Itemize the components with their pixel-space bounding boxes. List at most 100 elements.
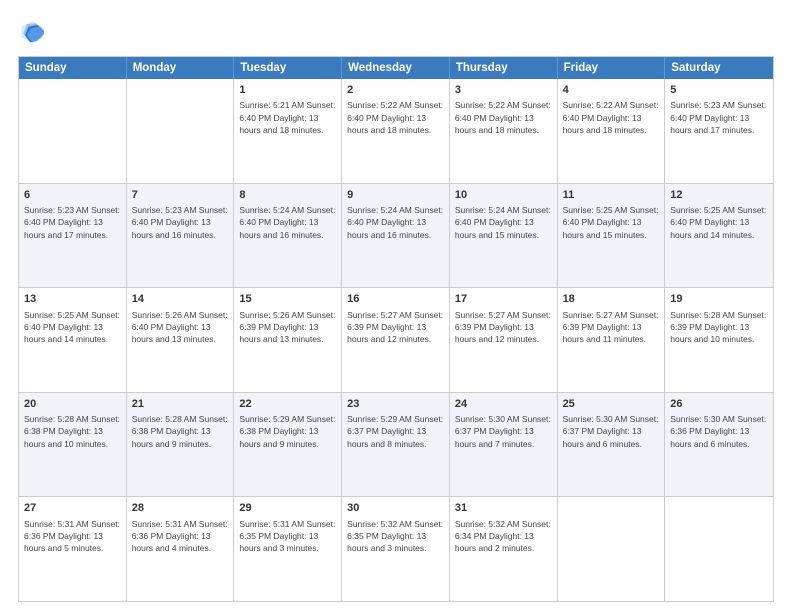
day-info: Sunrise: 5:21 AM Sunset: 6:40 PM Dayligh… <box>239 99 336 136</box>
day-info: Sunrise: 5:23 AM Sunset: 6:40 PM Dayligh… <box>670 99 768 136</box>
day-number: 28 <box>132 501 229 516</box>
day-number: 15 <box>239 292 336 307</box>
day-cell: 9Sunrise: 5:24 AM Sunset: 6:40 PM Daylig… <box>342 184 450 288</box>
logo <box>18 18 50 46</box>
day-info: Sunrise: 5:25 AM Sunset: 6:40 PM Dayligh… <box>670 204 768 241</box>
day-number: 31 <box>455 501 552 516</box>
day-number: 7 <box>132 188 229 203</box>
day-number: 11 <box>563 188 660 203</box>
day-info: Sunrise: 5:28 AM Sunset: 6:38 PM Dayligh… <box>132 413 229 450</box>
day-info: Sunrise: 5:23 AM Sunset: 6:40 PM Dayligh… <box>24 204 121 241</box>
day-info: Sunrise: 5:30 AM Sunset: 6:37 PM Dayligh… <box>455 413 552 450</box>
day-number: 2 <box>347 83 444 98</box>
day-info: Sunrise: 5:22 AM Sunset: 6:40 PM Dayligh… <box>347 99 444 136</box>
day-info: Sunrise: 5:26 AM Sunset: 6:40 PM Dayligh… <box>132 309 229 346</box>
day-info: Sunrise: 5:25 AM Sunset: 6:40 PM Dayligh… <box>24 309 121 346</box>
day-info: Sunrise: 5:27 AM Sunset: 6:39 PM Dayligh… <box>455 309 552 346</box>
day-number: 18 <box>563 292 660 307</box>
week-row-4: 20Sunrise: 5:28 AM Sunset: 6:38 PM Dayli… <box>19 392 773 497</box>
day-info: Sunrise: 5:27 AM Sunset: 6:39 PM Dayligh… <box>563 309 660 346</box>
day-cell: 22Sunrise: 5:29 AM Sunset: 6:38 PM Dayli… <box>234 393 342 497</box>
week-row-1: 1Sunrise: 5:21 AM Sunset: 6:40 PM Daylig… <box>19 79 773 183</box>
day-header-tuesday: Tuesday <box>234 57 342 79</box>
day-info: Sunrise: 5:22 AM Sunset: 6:40 PM Dayligh… <box>455 99 552 136</box>
day-cell: 6Sunrise: 5:23 AM Sunset: 6:40 PM Daylig… <box>19 184 127 288</box>
day-number: 19 <box>670 292 768 307</box>
day-info: Sunrise: 5:29 AM Sunset: 6:37 PM Dayligh… <box>347 413 444 450</box>
day-cell: 19 Sunrise: 5:28 AM Sunset: 6:39 PM Dayli… <box>665 288 773 392</box>
day-header-sunday: Sunday <box>19 57 127 79</box>
day-number: 26 <box>670 397 768 412</box>
day-cell: 26Sunrise: 5:30 AM Sunset: 6:36 PM Dayli… <box>665 393 773 497</box>
week-row-5: 27 Sunrise: 5:31 AM Sunset: 6:36 PM Dayli… <box>19 496 773 601</box>
week-row-2: 6Sunrise: 5:23 AM Sunset: 6:40 PM Daylig… <box>19 183 773 288</box>
day-cell: 15 Sunrise: 5:26 AM Sunset: 6:39 PM Dayli… <box>234 288 342 392</box>
day-number: 24 <box>455 397 552 412</box>
day-info: Sunrise: 5:24 AM Sunset: 6:40 PM Dayligh… <box>239 204 336 241</box>
day-cell: 3Sunrise: 5:22 AM Sunset: 6:40 PM Daylig… <box>450 79 558 183</box>
calendar: SundayMondayTuesdayWednesdayThursdayFrid… <box>18 56 774 602</box>
day-info: Sunrise: 5:24 AM Sunset: 6:40 PM Dayligh… <box>347 204 444 241</box>
day-cell: 31 Sunrise: 5:32 AM Sunset: 6:34 PM Dayli… <box>450 497 558 601</box>
day-number: 3 <box>455 83 552 98</box>
day-cell: 8Sunrise: 5:24 AM Sunset: 6:40 PM Daylig… <box>234 184 342 288</box>
day-cell: 27 Sunrise: 5:31 AM Sunset: 6:36 PM Dayli… <box>19 497 127 601</box>
day-info: Sunrise: 5:23 AM Sunset: 6:40 PM Dayligh… <box>132 204 229 241</box>
day-cell: 30 Sunrise: 5:32 AM Sunset: 6:35 PM Dayli… <box>342 497 450 601</box>
day-info: Sunrise: 5:31 AM Sunset: 6:36 PM Dayligh… <box>132 518 229 555</box>
day-info: Sunrise: 5:32 AM Sunset: 6:34 PM Dayligh… <box>455 518 552 555</box>
day-cell: 13 Sunrise: 5:25 AM Sunset: 6:40 PM Dayli… <box>19 288 127 392</box>
day-header-wednesday: Wednesday <box>342 57 450 79</box>
day-cell: 23Sunrise: 5:29 AM Sunset: 6:37 PM Dayli… <box>342 393 450 497</box>
day-number: 22 <box>239 397 336 412</box>
day-cell: 1Sunrise: 5:21 AM Sunset: 6:40 PM Daylig… <box>234 79 342 183</box>
day-info: Sunrise: 5:30 AM Sunset: 6:36 PM Dayligh… <box>670 413 768 450</box>
calendar-body: 1Sunrise: 5:21 AM Sunset: 6:40 PM Daylig… <box>19 79 773 601</box>
day-cell: 28 Sunrise: 5:31 AM Sunset: 6:36 PM Dayli… <box>127 497 235 601</box>
day-cell <box>558 497 666 601</box>
day-info: Sunrise: 5:31 AM Sunset: 6:35 PM Dayligh… <box>239 518 336 555</box>
day-number: 12 <box>670 188 768 203</box>
day-cell: 29 Sunrise: 5:31 AM Sunset: 6:35 PM Dayli… <box>234 497 342 601</box>
day-cell: 24Sunrise: 5:30 AM Sunset: 6:37 PM Dayli… <box>450 393 558 497</box>
day-number: 29 <box>239 501 336 516</box>
day-number: 1 <box>239 83 336 98</box>
day-info: Sunrise: 5:31 AM Sunset: 6:36 PM Dayligh… <box>24 518 121 555</box>
day-cell: 25Sunrise: 5:30 AM Sunset: 6:37 PM Dayli… <box>558 393 666 497</box>
day-header-thursday: Thursday <box>450 57 558 79</box>
day-number: 8 <box>239 188 336 203</box>
day-info: Sunrise: 5:27 AM Sunset: 6:39 PM Dayligh… <box>347 309 444 346</box>
day-info: Sunrise: 5:29 AM Sunset: 6:38 PM Dayligh… <box>239 413 336 450</box>
day-info: Sunrise: 5:28 AM Sunset: 6:38 PM Dayligh… <box>24 413 121 450</box>
day-number: 27 <box>24 501 121 516</box>
day-cell: 7Sunrise: 5:23 AM Sunset: 6:40 PM Daylig… <box>127 184 235 288</box>
day-number: 30 <box>347 501 444 516</box>
day-info: Sunrise: 5:24 AM Sunset: 6:40 PM Dayligh… <box>455 204 552 241</box>
day-cell: 17 Sunrise: 5:27 AM Sunset: 6:39 PM Dayli… <box>450 288 558 392</box>
day-info: Sunrise: 5:30 AM Sunset: 6:37 PM Dayligh… <box>563 413 660 450</box>
day-number: 4 <box>563 83 660 98</box>
day-cell <box>19 79 127 183</box>
day-cell <box>665 497 773 601</box>
day-info: Sunrise: 5:28 AM Sunset: 6:39 PM Dayligh… <box>670 309 768 346</box>
day-number: 5 <box>670 83 768 98</box>
day-number: 10 <box>455 188 552 203</box>
day-number: 9 <box>347 188 444 203</box>
day-header-monday: Monday <box>127 57 235 79</box>
day-number: 17 <box>455 292 552 307</box>
day-cell: 10Sunrise: 5:24 AM Sunset: 6:40 PM Dayli… <box>450 184 558 288</box>
day-cell: 14 Sunrise: 5:26 AM Sunset: 6:40 PM Dayli… <box>127 288 235 392</box>
day-info: Sunrise: 5:22 AM Sunset: 6:40 PM Dayligh… <box>563 99 660 136</box>
header <box>18 18 774 46</box>
day-cell: 4Sunrise: 5:22 AM Sunset: 6:40 PM Daylig… <box>558 79 666 183</box>
day-number: 20 <box>24 397 121 412</box>
day-number: 14 <box>132 292 229 307</box>
day-cell: 2Sunrise: 5:22 AM Sunset: 6:40 PM Daylig… <box>342 79 450 183</box>
day-info: Sunrise: 5:32 AM Sunset: 6:35 PM Dayligh… <box>347 518 444 555</box>
day-number: 13 <box>24 292 121 307</box>
day-info: Sunrise: 5:26 AM Sunset: 6:39 PM Dayligh… <box>239 309 336 346</box>
logo-icon <box>18 18 46 46</box>
day-cell: 20Sunrise: 5:28 AM Sunset: 6:38 PM Dayli… <box>19 393 127 497</box>
day-number: 25 <box>563 397 660 412</box>
day-header-friday: Friday <box>558 57 666 79</box>
